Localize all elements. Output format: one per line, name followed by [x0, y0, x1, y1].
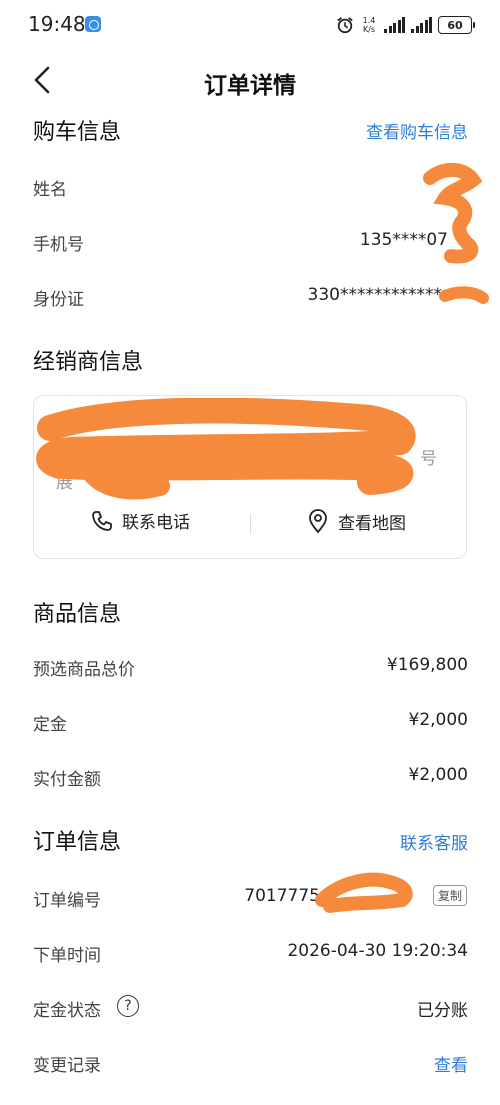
network-speed: 1.4 K/s: [360, 16, 378, 34]
buyer-section-title: 购车信息: [33, 120, 122, 145]
page-title: 订单详情: [204, 73, 296, 99]
deposit-status-value: 已分账: [417, 1001, 468, 1021]
order-number-value: 7017775: [244, 886, 320, 906]
deposit-status-label: 定金状态: [33, 1001, 101, 1021]
change-history-label: 变更记录: [33, 1056, 101, 1076]
signal-strength-icon-2: [411, 17, 432, 33]
view-change-history-link[interactable]: 查看: [434, 1051, 468, 1076]
view-map-label: 查看地图: [338, 513, 406, 534]
copy-order-number-button[interactable]: 复制: [432, 885, 467, 906]
order-section-title: 订单信息: [33, 830, 122, 855]
status-bar: 19:48 1.4 K/s 60: [0, 0, 500, 50]
view-map-button[interactable]: 查看地图: [306, 508, 406, 534]
order-time-value: 2026-04-30 19:20:34: [287, 941, 468, 961]
call-dealer-button[interactable]: 联系电话: [90, 508, 190, 533]
dealer-action-divider: [250, 514, 251, 534]
battery-icon: 60: [438, 16, 475, 34]
dealer-section-title: 经销商信息: [33, 350, 144, 375]
id-card-label: 身份证: [33, 290, 84, 310]
deposit-value: ¥2,000: [408, 710, 468, 730]
notification-app-icon: [85, 16, 101, 32]
total-price-value: ¥169,800: [386, 655, 468, 675]
help-question-icon[interactable]: ?: [117, 995, 139, 1017]
alarm-clock-icon: [337, 17, 353, 34]
call-dealer-label: 联系电话: [122, 513, 190, 533]
redaction-mark-buyer: [423, 163, 489, 304]
product-section-title: 商品信息: [33, 602, 122, 627]
network-speed-unit: K/s: [362, 25, 376, 34]
status-time: 19:48: [28, 12, 86, 36]
network-speed-value: 1.4: [362, 16, 376, 25]
redaction-mark-dealer: [36, 398, 416, 500]
status-indicators: 1.4 K/s 60: [336, 13, 475, 37]
paid-amount-label: 实付金额: [33, 770, 101, 790]
deposit-label: 定金: [33, 715, 67, 735]
total-price-label: 预选商品总价: [33, 660, 135, 680]
name-label: 姓名: [33, 180, 67, 200]
paid-amount-value: ¥2,000: [408, 765, 468, 785]
phone-label: 手机号: [33, 235, 84, 255]
order-time-label: 下单时间: [33, 946, 101, 966]
map-pin-icon: [309, 509, 327, 534]
redaction-mark-order: [315, 872, 413, 913]
view-buyer-info-link[interactable]: 查看购车信息: [366, 118, 468, 143]
phone-icon: [92, 510, 112, 531]
signal-strength-icon: [384, 17, 405, 33]
contact-service-link[interactable]: 联系客服: [400, 829, 468, 854]
order-number-label: 订单编号: [33, 891, 101, 911]
nav-bar: 订单详情: [0, 58, 500, 102]
